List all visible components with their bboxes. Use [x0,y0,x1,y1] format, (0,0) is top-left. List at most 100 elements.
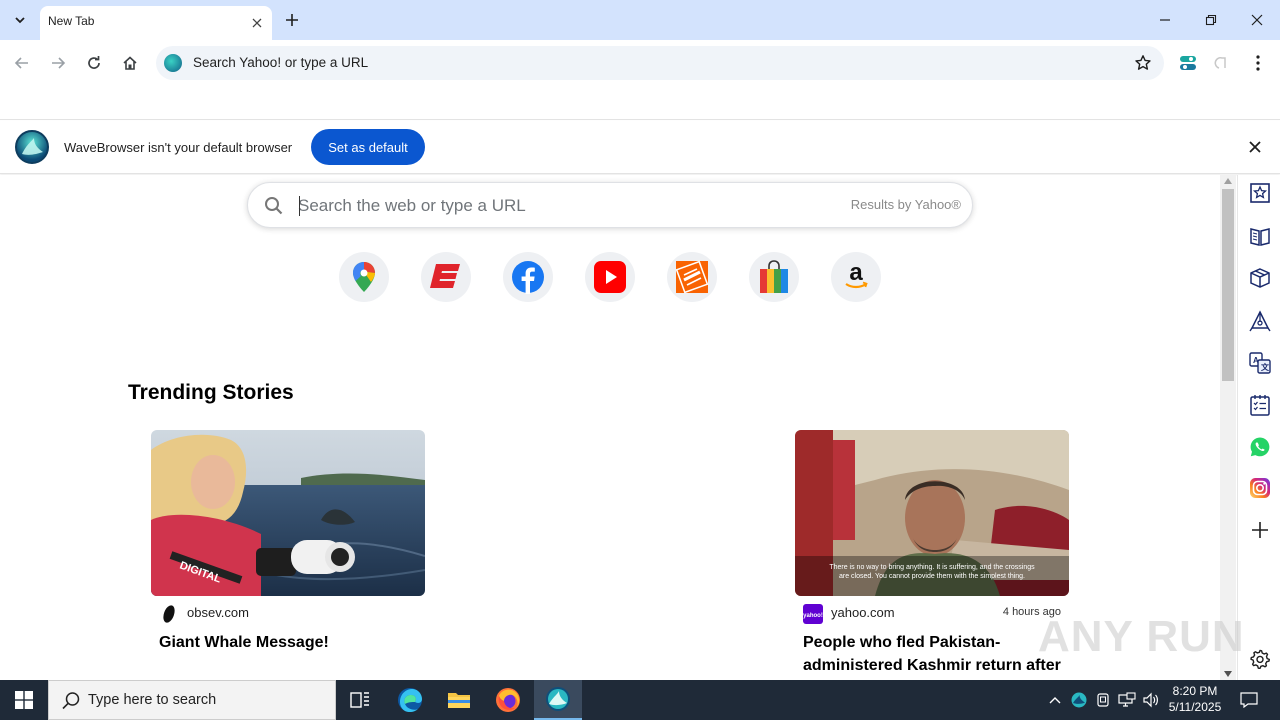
reading-list-button[interactable] [1248,224,1272,248]
omnibox[interactable]: Search Yahoo! or type a URL [156,46,1164,80]
back-button[interactable] [8,49,36,77]
svg-text:文: 文 [1261,362,1270,372]
search-icon [265,197,283,215]
box-icon [1250,268,1270,288]
shortcut-home-depot[interactable] [667,252,717,302]
wavebrowser-tray-icon [1071,692,1087,708]
profile-button[interactable] [1208,49,1236,77]
tray-device[interactable] [1092,680,1114,720]
scroll-down-icon[interactable] [1224,671,1232,677]
firefox-icon [496,688,520,712]
story-source[interactable]: obsev.com [187,605,249,620]
minimize-button[interactable] [1142,0,1188,40]
story-headline[interactable]: Giant Whale Message! [159,631,421,654]
tab-new-tab[interactable]: New Tab [40,6,272,40]
start-button[interactable] [0,680,48,720]
taskbar-firefox[interactable] [484,680,532,720]
shortcut-espn[interactable] [421,252,471,302]
bookmarks-panel-button[interactable] [1248,181,1272,205]
set-as-default-button[interactable]: Set as default [311,129,425,165]
taskbar-wavebrowser[interactable] [534,680,582,720]
tray-wavebrowser[interactable] [1068,680,1090,720]
volume-icon [1143,692,1158,708]
home-icon [123,56,137,70]
add-sidebar-item-button[interactable] [1248,518,1272,542]
toggle-extension-icon [1180,56,1196,70]
taskbar-clock[interactable]: 8:20 PM 5/11/2025 [1160,683,1230,715]
svg-text:a: a [849,261,863,286]
story-image-kashmir[interactable]: There is no way to bring anything. It is… [795,430,1069,596]
notification-icon [1240,692,1258,708]
bookmark-star-icon[interactable] [1134,54,1152,72]
profile-loading-icon [1214,57,1226,69]
clock-date: 5/11/2025 [1168,700,1222,714]
shortcut-youtube[interactable] [585,252,635,302]
checklist-icon [1250,395,1270,416]
forward-button[interactable] [44,49,72,77]
tray-overflow-button[interactable] [1044,680,1066,720]
edge-icon [398,688,422,713]
page-scrollbar[interactable] [1220,175,1236,680]
tab-search-button[interactable] [6,6,34,34]
kebab-menu-icon [1256,55,1260,71]
folder-icon [448,693,470,708]
shortcut-google-maps[interactable] [339,252,389,302]
story-image-whale[interactable]: DIGITAL [151,430,425,596]
sidebar-settings-button[interactable] [1248,647,1272,671]
yahoo-source-icon: yahoo! [803,604,823,624]
wavebrowser-logo-icon [15,130,49,164]
whatsapp-button[interactable] [1248,435,1272,459]
translate-button[interactable]: A文 [1248,351,1272,375]
new-tab-button[interactable] [280,8,304,32]
shortcut-shopping[interactable] [749,252,799,302]
task-view-icon [350,692,369,708]
taskbar-file-explorer[interactable] [435,680,483,720]
home-button[interactable] [116,49,144,77]
story-headline[interactable]: People who fled Pakistan-administered Ka… [803,631,1065,677]
extensions-button[interactable] [1174,49,1202,77]
tab-strip: New Tab [0,0,1280,40]
search-engine-icon [164,54,182,72]
windows-logo-icon [15,691,33,709]
packages-button[interactable] [1248,266,1272,290]
close-infobar-icon[interactable] [1246,138,1264,156]
taskbar-search-box[interactable]: Type here to search [48,680,336,720]
task-view-button[interactable] [336,680,384,720]
shortcut-facebook[interactable] [503,252,553,302]
close-window-button[interactable] [1234,0,1280,40]
search-input[interactable] [298,195,798,217]
scroll-up-icon[interactable] [1224,178,1232,184]
shortcut-amazon[interactable]: a [831,252,881,302]
restore-icon [1205,14,1217,26]
tray-volume[interactable] [1140,680,1162,720]
instagram-icon [1250,478,1270,498]
notification-center-button[interactable] [1234,680,1264,720]
scroll-thumb[interactable] [1222,189,1234,381]
restore-button[interactable] [1188,0,1234,40]
back-arrow-icon [14,57,28,69]
shortcut-tiles: a [339,252,899,302]
web-search-box[interactable]: Results by Yahoo® [247,182,973,228]
close-tab-icon[interactable] [252,18,262,28]
reload-button[interactable] [80,49,108,77]
story-source[interactable]: yahoo.com [831,605,895,620]
menu-button[interactable] [1244,49,1272,77]
default-browser-infobar: WaveBrowser isn't your default browser S… [0,121,1280,174]
plus-icon [286,14,298,26]
ai-tool-button[interactable] [1248,309,1272,333]
espn-icon [430,264,460,288]
clock-time: 8:20 PM [1172,684,1218,698]
bookmark-icon [1250,183,1270,203]
amazon-icon: a [845,261,868,289]
text-cursor [299,196,300,216]
settings-icon [1250,649,1270,669]
watermark: ANY RUN [1038,612,1245,661]
side-panel: A文 [1237,175,1280,680]
maps-pin-icon [353,262,375,292]
taskbar-edge[interactable] [386,680,434,720]
tasks-button[interactable] [1248,393,1272,417]
add-icon [1252,522,1268,538]
omnibox-placeholder: Search Yahoo! or type a URL [193,55,369,70]
instagram-button[interactable] [1248,476,1272,500]
tray-network[interactable] [1116,680,1138,720]
